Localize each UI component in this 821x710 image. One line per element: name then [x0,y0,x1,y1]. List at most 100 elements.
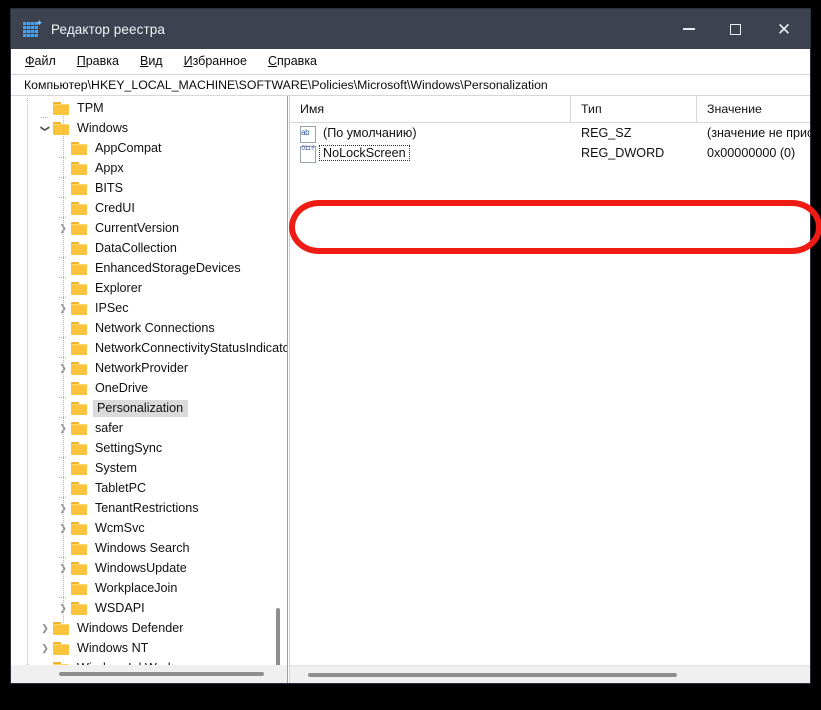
tree-vertical-scrollbar[interactable] [271,96,285,665]
folder-icon [71,361,88,375]
folder-icon [71,561,88,575]
tree-item-label: BITS [95,181,123,195]
minimize-button[interactable] [666,9,712,49]
chevron-right-icon[interactable]: ❯ [37,643,53,653]
tree-item-label: Network Connections [95,321,215,335]
tree-item[interactable]: ❯ Windows Defender [11,618,288,638]
tree-horizontal-scrollbar-thumb[interactable] [59,672,264,676]
tree-scroll-area: TPM❯WindowsAppCompatAppxBITSCredUI❯Curre… [11,96,288,665]
tree-item-label: WcmSvc [95,521,145,535]
tree-item[interactable]: TabletPC [11,478,288,498]
folder-icon [71,241,88,255]
value-name-cell: (По умолчанию) [290,125,571,143]
menu-item-0[interactable]: Файл [25,54,56,68]
registry-value-row[interactable]: (По умолчанию) REG_SZ (значение не присвое… [290,123,810,143]
list-horizontal-scrollbar[interactable] [290,665,810,683]
window-controls: ✕ [666,9,810,49]
tree-item-label: CredUI [95,201,135,215]
tree-item[interactable]: WorkplaceJoin [11,578,288,598]
tree-item[interactable]: OneDrive [11,378,288,398]
folder-icon [71,321,88,335]
dword-value-icon [299,145,316,163]
registry-values-list: (По умолчанию) REG_SZ (значение не присвое… [290,123,810,665]
tree-item-label: safer [95,421,123,435]
tree-item[interactable]: ❯WcmSvc [11,518,288,538]
tree-guide-line [27,98,28,665]
menu-item-4[interactable]: Справка [268,54,317,68]
tree-item-label: Windows Defender [77,621,184,635]
folder-icon [71,341,88,355]
tree-item[interactable]: Appx [11,158,288,178]
list-horizontal-scrollbar-thumb[interactable] [308,673,677,677]
tree-item[interactable]: ❯ Windows [11,118,288,138]
title-bar: ✦ Редактор реестра ✕ [11,9,810,49]
tree-item[interactable]: ❯IPSec [11,298,288,318]
close-button[interactable]: ✕ [758,9,810,49]
column-header-type[interactable]: Тип [571,95,697,123]
tree-item[interactable]: NetworkConnectivityStatusIndicator [11,338,288,358]
menu-item-2[interactable]: Вид [140,54,163,68]
tree-item[interactable]: ❯ Windows NT [11,638,288,658]
tree-item[interactable]: ❯WSDAPI [11,598,288,618]
tree-item[interactable]: Explorer [11,278,288,298]
tree-item[interactable]: ❯safer [11,418,288,438]
string-value-icon [299,125,316,143]
value-type-cell: REG_SZ [581,126,632,140]
folder-icon [53,641,70,655]
tree-item[interactable]: SettingSync [11,438,288,458]
folder-icon [71,261,88,275]
tree-item[interactable]: TPM [11,98,288,118]
address-bar[interactable]: Компьютер\HKEY_LOCAL_MACHINE\SOFTWARE\Po… [11,74,810,96]
tree-item-label: DataCollection [95,241,177,255]
menu-item-1[interactable]: Правка [77,54,119,68]
folder-icon [71,421,88,435]
tree-item[interactable]: AppCompat [11,138,288,158]
value-name-cell: NoLockScreen [290,145,571,163]
tree-guide-line [63,116,64,624]
tree-vertical-scrollbar-thumb[interactable] [276,608,280,665]
tree-item[interactable]: ❯WindowsUpdate [11,558,288,578]
tree-item-label: EnhancedStorageDevices [95,261,241,275]
tree-item-label: WorkplaceJoin [95,581,178,595]
chevron-right-icon[interactable]: ❯ [37,623,53,633]
chevron-down-icon[interactable]: ❯ [41,120,51,136]
tree-item[interactable]: System [11,458,288,478]
folder-icon [71,501,88,515]
tree-item-label: TPM [77,101,104,115]
pane-divider[interactable] [287,96,288,683]
tree-item-label: WindowsUpdate [95,561,187,575]
tree-item-label: CurrentVersion [95,221,179,235]
menu-item-3[interactable]: Избранное [184,54,247,68]
folder-icon [71,221,88,235]
tree-item-label: IPSec [95,301,129,315]
maximize-button[interactable] [712,9,758,49]
folder-icon [71,381,88,395]
tree-item-label: WSDAPI [95,601,145,615]
folder-icon [71,281,88,295]
menu-accesskey: П [76,54,86,68]
tree-item[interactable]: ❯NetworkProvider [11,358,288,378]
folder-icon [53,621,70,635]
registry-value-row[interactable]: NoLockScreen REG_DWORD 0x00000000 (0) [290,143,810,163]
column-header-value[interactable]: Значение [697,96,810,123]
folder-icon [71,201,88,215]
tree-item[interactable]: WindowsInkWorkspace [11,658,288,665]
column-header-name[interactable]: Имя [290,95,571,123]
registry-tree-pane: TPM❯WindowsAppCompatAppxBITSCredUI❯Curre… [11,96,289,683]
tree-item-label: TabletPC [95,481,147,495]
tree-item[interactable]: ❯CurrentVersion [11,218,288,238]
tree-horizontal-scrollbar[interactable] [11,665,288,683]
menu-accesskey: И [183,54,193,68]
tree-item[interactable]: BITS [11,178,288,198]
tree-item[interactable]: Personalization [11,398,288,418]
tree-item[interactable]: ❯TenantRestrictions [11,498,288,518]
tree-item[interactable]: Network Connections [11,318,288,338]
folder-icon [71,441,88,455]
tree-item[interactable]: DataCollection [11,238,288,258]
menu-accesskey: Ф [25,54,35,68]
tree-item-label: Windows Search [95,541,190,555]
tree-item[interactable]: Windows Search [11,538,288,558]
tree-item[interactable]: CredUI [11,198,288,218]
registry-editor-icon: ✦ [23,19,43,38]
tree-item[interactable]: EnhancedStorageDevices [11,258,288,278]
